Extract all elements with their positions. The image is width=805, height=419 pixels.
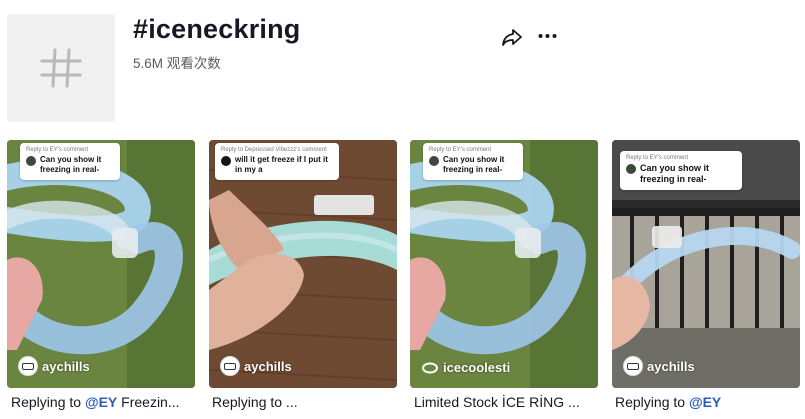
video-caption[interactable]: Replying to @EY Freezin... xyxy=(11,394,201,410)
ring-logo-icon xyxy=(421,358,439,376)
creator-watermark: aychills xyxy=(623,356,695,376)
comment-bubble: Reply to EY's comment Can you show it fr… xyxy=(423,143,523,180)
caption-text: Replying to xyxy=(11,394,85,410)
caption-mention[interactable]: @EY xyxy=(689,394,721,410)
caption-text: Replying to ... xyxy=(212,394,298,410)
comment-reply-label: Reply to EY's comment xyxy=(429,147,492,153)
creator-watermark: aychills xyxy=(18,356,90,376)
creator-name: aychills xyxy=(244,358,292,374)
page-title: #iceneckring xyxy=(133,14,301,44)
video-caption[interactable]: Limited Stock İCE RİNG ... xyxy=(414,394,604,410)
comment-text: Can you show it freezing in real- xyxy=(443,155,505,174)
caption-text: Replying to xyxy=(615,394,689,410)
more-options-button[interactable] xyxy=(536,25,560,49)
commenter-avatar xyxy=(626,164,636,174)
video-card[interactable]: Reply to EY's comment Can you show it fr… xyxy=(612,140,800,388)
comment-reply-label: Reply to EY's comment xyxy=(26,147,89,153)
comment-reply-label: Reply to Depressed Vibezzz's comment xyxy=(221,147,327,153)
video-card[interactable]: Reply to EY's comment Can you show it fr… xyxy=(7,140,195,388)
video-caption[interactable]: Replying to @EY xyxy=(615,394,805,410)
hashtag-icon xyxy=(40,48,82,88)
creator-logo-icon xyxy=(220,356,240,376)
share-button[interactable] xyxy=(500,25,524,49)
comment-bubble: Reply to EY's comment Can you show it fr… xyxy=(20,143,120,180)
creator-name: aychills xyxy=(42,358,90,374)
caption-text: Limited Stock İCE RİNG ... xyxy=(414,394,580,410)
video-card[interactable]: Reply to Depressed Vibezzz's comment wil… xyxy=(209,140,397,388)
creator-watermark: aychills xyxy=(220,356,292,376)
comment-bubble: Reply to EY's comment Can you show it fr… xyxy=(620,151,742,190)
creator-logo-icon xyxy=(18,356,38,376)
commenter-avatar xyxy=(26,156,36,166)
caption-text-suffix: Freezin... xyxy=(117,394,180,410)
comment-bubble: Reply to Depressed Vibezzz's comment wil… xyxy=(215,143,339,180)
more-dots-icon xyxy=(538,34,557,38)
commenter-avatar xyxy=(221,156,231,166)
creator-name: icecoolesti xyxy=(443,359,511,375)
caption-mention[interactable]: @EY xyxy=(85,394,117,410)
comment-reply-label: Reply to EY's comment xyxy=(626,155,689,161)
commenter-avatar xyxy=(429,156,439,166)
comment-text: Can you show it freezing in real- xyxy=(640,163,710,184)
creator-name: aychills xyxy=(647,358,695,374)
creator-logo-icon xyxy=(623,356,643,376)
comment-text: Can you show it freezing in real- xyxy=(40,155,102,174)
view-count: 5.6M 观看次数 xyxy=(133,56,221,71)
creator-watermark: icecoolesti xyxy=(421,358,510,376)
video-caption[interactable]: Replying to ... xyxy=(212,394,402,410)
video-card[interactable]: Reply to EY's comment Can you show it fr… xyxy=(410,140,598,388)
share-arrow-icon xyxy=(502,29,522,46)
comment-text: will it get freeze if I put it in my a xyxy=(235,155,328,174)
hashtag-avatar xyxy=(7,14,115,122)
